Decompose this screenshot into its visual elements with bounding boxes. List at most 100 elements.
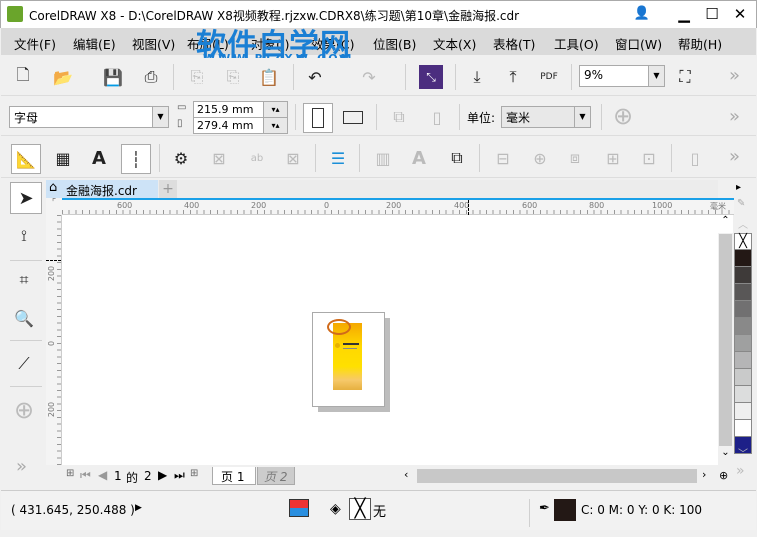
align-icon[interactable]: ⊟ [491, 146, 515, 170]
minimize-button[interactable]: ▁ [671, 3, 697, 25]
landscape-icon[interactable] [341, 105, 365, 129]
portrait-icon[interactable] [303, 103, 333, 133]
rulers-toggle-icon[interactable]: 📐 [11, 144, 41, 174]
cut-icon[interactable]: ⎘ [185, 65, 209, 89]
shape-tool-icon[interactable]: ⟟ [12, 224, 36, 248]
text-frame-icon[interactable]: A [407, 146, 431, 170]
prev-page-icon[interactable]: ◀ [98, 468, 107, 482]
full-screen-icon[interactable]: ⛶ [673, 65, 697, 89]
scroll-right-icon[interactable]: › [702, 468, 706, 481]
distribute-icon[interactable]: ⊞ [601, 146, 625, 170]
coords-menu-icon[interactable]: ▶ [135, 503, 142, 513]
account-icon[interactable]: 👤 [629, 3, 655, 25]
first-page-icon[interactable]: ⏮ [80, 468, 91, 483]
zoom-level-select[interactable]: 9% ▼ [579, 65, 665, 87]
more-icon[interactable]: » [729, 106, 740, 127]
color-swatch[interactable] [734, 301, 752, 318]
paragraph-align-icon[interactable]: ☰ [326, 146, 350, 170]
group-icon[interactable]: ⧈ [563, 146, 587, 170]
next-page-icon[interactable]: ▶ [158, 468, 167, 482]
grid-toggle-icon[interactable]: ▦ [51, 146, 75, 170]
all-pages-icon[interactable]: ⧉ [387, 105, 411, 129]
page[interactable] [312, 312, 385, 407]
palette-up-icon[interactable]: ︿ [738, 216, 748, 231]
save-icon[interactable]: 💾 [101, 65, 125, 89]
remove-placeholder-icon[interactable]: ⊠ [281, 146, 305, 170]
menu-file[interactable]: 文件(F) [14, 34, 56, 53]
redo-icon[interactable]: ↷ [357, 65, 381, 89]
scroll-down-icon[interactable]: ⌄ [718, 447, 733, 465]
menu-bitmaps[interactable]: 位图(B) [373, 34, 416, 53]
poster-artwork[interactable] [327, 319, 362, 390]
anchor-icon[interactable]: ▯ [683, 146, 707, 170]
vertical-scrollbar[interactable]: ⌃ ⌄ [718, 215, 733, 467]
import-icon[interactable]: ⤓ [465, 65, 489, 89]
menu-table[interactable]: 表格(T) [493, 34, 535, 53]
paper-size-select[interactable]: 字母 ▼ [9, 106, 169, 128]
close-button[interactable]: ✕ [727, 3, 753, 25]
vertical-ruler[interactable]: 200 0 200 [46, 215, 62, 465]
page-height-input[interactable]: 279.4 mm ▾▴ [193, 117, 288, 134]
page-tab-1[interactable]: 页 1 [212, 467, 256, 485]
options-icon[interactable]: ⚙ [169, 146, 193, 170]
menu-edit[interactable]: 编辑(E) [73, 34, 116, 53]
baseline-grid-icon[interactable]: A [87, 146, 111, 170]
color-swatch[interactable] [734, 250, 752, 267]
palette-flyout-icon[interactable]: ▸ [736, 182, 741, 193]
target-icon[interactable]: ⊕ [528, 146, 552, 170]
export-icon[interactable]: ⤒ [501, 65, 525, 89]
last-page-icon[interactable]: ⏭ [174, 468, 185, 483]
add-page-before-icon[interactable]: ⊞ [66, 468, 74, 479]
more-icon[interactable]: » [729, 65, 740, 86]
open-icon[interactable]: 📂 [51, 65, 75, 89]
maximize-button[interactable]: ☐ [699, 3, 725, 25]
scroll-up-icon[interactable]: ⌃ [718, 215, 733, 233]
lock-icon[interactable]: ⊡ [637, 146, 661, 170]
width-spinner[interactable]: ▾▴ [263, 102, 287, 117]
color-swatch[interactable] [734, 403, 752, 420]
zoom-navigator-icon[interactable]: ⊕ [719, 469, 728, 482]
add-tab-button[interactable]: + [159, 180, 177, 198]
publish-pdf-icon[interactable]: PDF [537, 65, 561, 89]
palette-down-icon[interactable]: ﹀ [738, 445, 748, 460]
color-swatch[interactable] [734, 267, 752, 284]
document-tab[interactable]: ⌂ 金融海报.cdr [46, 180, 158, 198]
color-swatch[interactable] [734, 352, 752, 369]
more-tools-icon[interactable]: » [16, 456, 27, 477]
palette-more-icon[interactable]: » [736, 463, 745, 479]
menu-help[interactable]: 帮助(H) [678, 34, 722, 53]
more-icon[interactable]: » [729, 146, 740, 167]
color-swatch[interactable] [734, 284, 752, 301]
ruler-origin[interactable]: ⌜ [46, 198, 62, 215]
fill-swatch-none[interactable]: ╳ [349, 498, 371, 520]
scroll-left-icon[interactable]: ‹ [404, 468, 418, 484]
object-position-icon[interactable]: ⧉ [445, 146, 469, 170]
color-swatch[interactable] [734, 335, 752, 352]
units-select[interactable]: 毫米 ▼ [501, 106, 591, 128]
current-page-icon[interactable]: ▯ [425, 105, 449, 129]
outline-swatch[interactable] [554, 499, 576, 521]
crop-tool-icon[interactable]: ⌗ [12, 268, 36, 292]
horizontal-scrollbar[interactable] [417, 469, 697, 483]
color-proof-icon[interactable] [289, 499, 309, 517]
pick-tool-icon[interactable]: ➤ [10, 182, 42, 214]
eyedropper-icon[interactable]: ✎ [737, 198, 745, 209]
freehand-tool-icon[interactable]: ⟋ [12, 352, 36, 376]
menu-text[interactable]: 文本(X) [433, 34, 476, 53]
undo-icon[interactable]: ↶ [303, 65, 327, 89]
drawing-canvas[interactable] [62, 215, 718, 465]
page-width-input[interactable]: 215.9 mm ▾▴ [193, 101, 288, 118]
add-icon[interactable]: ⊕ [611, 102, 635, 130]
color-swatch[interactable] [734, 386, 752, 403]
columns-icon[interactable]: ▥ [371, 146, 395, 170]
horizontal-ruler[interactable]: 600 400 200 0 200 400 600 800 1000 毫米 [62, 198, 734, 215]
text-placeholder-icon[interactable]: ab [245, 146, 269, 170]
add-page-after-icon[interactable]: ⊞ [190, 468, 198, 479]
color-swatch[interactable] [734, 318, 752, 335]
scroll-thumb[interactable] [719, 234, 732, 446]
insert-placeholder-icon[interactable]: ⊠ [207, 146, 231, 170]
copy-icon[interactable]: ⎘ [221, 65, 245, 89]
menu-window[interactable]: 窗口(W) [615, 34, 662, 53]
new-document-icon[interactable]: 🗋 [11, 65, 35, 89]
color-swatch[interactable] [734, 369, 752, 386]
